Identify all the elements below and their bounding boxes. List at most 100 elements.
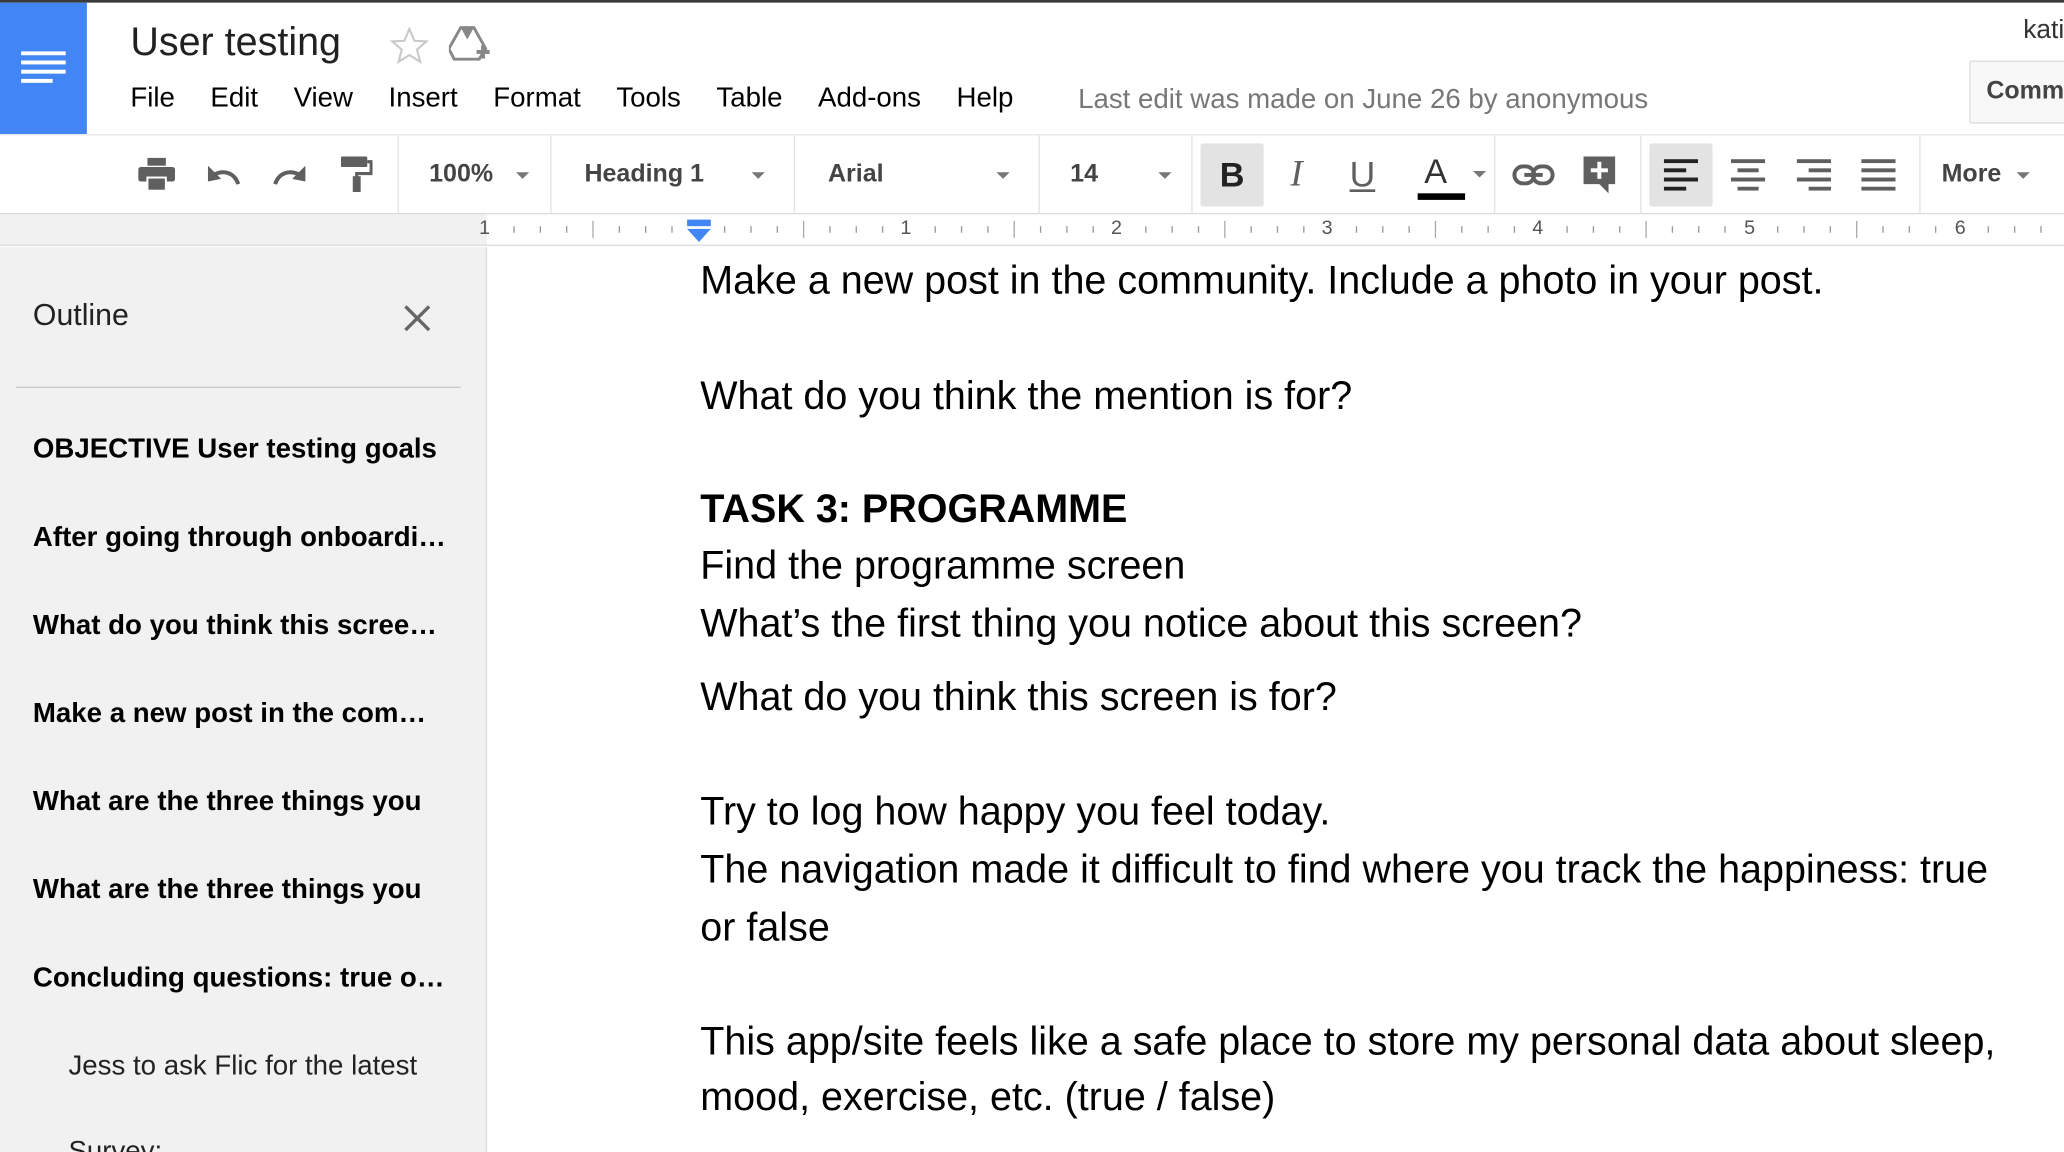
body-paragraph: What do you think this screen is for? — [700, 675, 1337, 720]
body-paragraph: What’s the first thing you notice about … — [700, 602, 1582, 646]
ruler-number: 2 — [1110, 216, 1122, 240]
menu-help[interactable]: Help — [957, 83, 1014, 120]
menu-tools[interactable]: Tools — [616, 83, 681, 120]
redo-button[interactable] — [263, 143, 316, 206]
ruler-number: 5 — [1744, 216, 1756, 240]
menu-format[interactable]: Format — [493, 83, 581, 120]
ruler-tick — [881, 226, 884, 233]
ruler[interactable]: 1 1 2 3 4 5 6 — [0, 214, 2064, 246]
body-paragraph: Try to log how happy you feel today. — [700, 790, 1331, 834]
ruler-tick — [1698, 226, 1700, 233]
outline-item[interactable]: What are the three things you — [33, 786, 449, 818]
align-center-button[interactable] — [1718, 143, 1779, 206]
ruler-tick — [1355, 226, 1358, 233]
ruler-tick — [855, 226, 857, 233]
menu-view[interactable]: View — [294, 83, 353, 120]
paint-format-button[interactable] — [330, 143, 383, 206]
ruler-number: 1 — [900, 216, 912, 240]
indent-marker-icon[interactable] — [686, 214, 712, 243]
outline-subitem[interactable]: Survey: — [68, 1136, 442, 1152]
paint-format-icon — [340, 156, 373, 192]
ruler-number: 1 — [479, 216, 491, 240]
menu-edit[interactable]: Edit — [210, 83, 258, 120]
user-account-name[interactable]: kati — [2023, 16, 2064, 46]
menu-addons[interactable]: Add-ons — [818, 83, 921, 120]
outline-item[interactable]: Make a new post in the community — [33, 698, 449, 730]
ruler-tick — [1619, 226, 1621, 233]
document-canvas[interactable]: Make a new post in the community. Includ… — [488, 247, 2064, 1152]
ruler-tick — [776, 226, 778, 233]
more-label: More — [1941, 160, 2002, 189]
toolbar-divider — [1640, 135, 1642, 215]
chevron-down-icon — [751, 172, 765, 179]
ruler-tick — [1197, 226, 1200, 233]
outline-item[interactable]: After going through onboarding — [33, 522, 449, 554]
bold-button[interactable]: B — [1200, 143, 1264, 207]
menu-table[interactable]: Table — [716, 83, 782, 120]
docs-logo[interactable] — [0, 2, 87, 135]
star-icon[interactable] — [389, 26, 430, 65]
ruler-tick — [1882, 226, 1884, 233]
ruler-tick — [671, 226, 673, 233]
align-right-icon — [1796, 159, 1832, 191]
ruler-tick — [1987, 226, 1989, 233]
task-heading: TASK 3: PROGRAMME — [700, 487, 1128, 532]
add-comment-icon — [1583, 156, 1616, 194]
document-title[interactable]: User testing — [130, 21, 341, 66]
text-color-letter: A — [1424, 151, 1448, 191]
outline-item[interactable]: Concluding questions: true or false — [33, 963, 449, 995]
ruler-tick — [1382, 226, 1384, 233]
align-left-button[interactable] — [1649, 143, 1713, 207]
font-size-select[interactable]: 14 — [1070, 143, 1188, 206]
justify-button[interactable] — [1848, 143, 1909, 206]
print-button[interactable] — [130, 143, 183, 206]
toolbar-divider — [1191, 135, 1193, 215]
ruler-tick — [645, 226, 647, 233]
ruler-tick — [1408, 226, 1410, 233]
comments-button[interactable]: Comments — [1969, 60, 2064, 124]
font-family-select[interactable]: Arial — [828, 143, 1025, 206]
font-size-value: 14 — [1070, 160, 1099, 189]
toolbar-divider — [1038, 135, 1040, 215]
font-family-value: Arial — [827, 160, 884, 189]
outline-item[interactable]: OBJECTIVE User testing goals — [33, 434, 449, 466]
ruler-tick — [1145, 226, 1147, 233]
close-icon[interactable] — [401, 302, 433, 334]
zoom-select[interactable]: 100% — [429, 143, 547, 206]
ruler-tick — [592, 220, 594, 239]
ruler-tick — [750, 226, 752, 233]
body-paragraph: What do you think the mention is for? — [700, 374, 1353, 419]
undo-button[interactable] — [197, 143, 250, 206]
menu-file[interactable]: File — [130, 83, 175, 120]
last-edit-notice[interactable]: Last edit was made on June 26 by anonymo… — [1078, 84, 1648, 116]
ruler-tick — [1513, 226, 1516, 233]
ruler-tick — [539, 226, 542, 233]
outline-item[interactable]: What are the three things you — [33, 875, 449, 907]
outline-item[interactable]: What do you think this screen is for? — [33, 610, 449, 642]
paragraph-style-select[interactable]: Heading 1 — [584, 143, 781, 206]
text-color-indicator: A — [1412, 149, 1487, 202]
outline-subitem[interactable]: Jess to ask Flic for the latest — [68, 1051, 442, 1083]
ruler-tick — [1092, 226, 1094, 233]
ruler-tick — [2013, 226, 2016, 233]
ruler-tick — [1856, 220, 1858, 239]
insert-comment-button[interactable] — [1569, 143, 1630, 206]
align-right-button[interactable] — [1784, 143, 1845, 206]
insert-link-button[interactable] — [1503, 143, 1564, 206]
text-color-button[interactable]: A — [1401, 143, 1487, 206]
link-icon — [1512, 164, 1555, 186]
ruler-tick — [513, 226, 515, 233]
more-button[interactable]: More — [1942, 143, 2047, 206]
italic-button[interactable]: I — [1266, 143, 1327, 206]
docs-window: User testing kati Comments File Edit Vie… — [0, 0, 2064, 1152]
chevron-down-icon — [1472, 170, 1487, 178]
move-to-folder-icon[interactable] — [448, 25, 491, 64]
formatting-toolbar: 100% Heading 1 Arial 14 B I U A More — [0, 134, 2064, 215]
ruler-tick — [1487, 226, 1489, 233]
ruler-tick — [1276, 226, 1279, 233]
body-paragraph: Find the programme screen — [700, 544, 1186, 588]
menu-insert[interactable]: Insert — [389, 83, 458, 120]
underline-button[interactable]: U — [1332, 143, 1393, 206]
toolbar-divider — [1919, 135, 1921, 215]
paragraph-style-value: Heading 1 — [584, 160, 704, 189]
